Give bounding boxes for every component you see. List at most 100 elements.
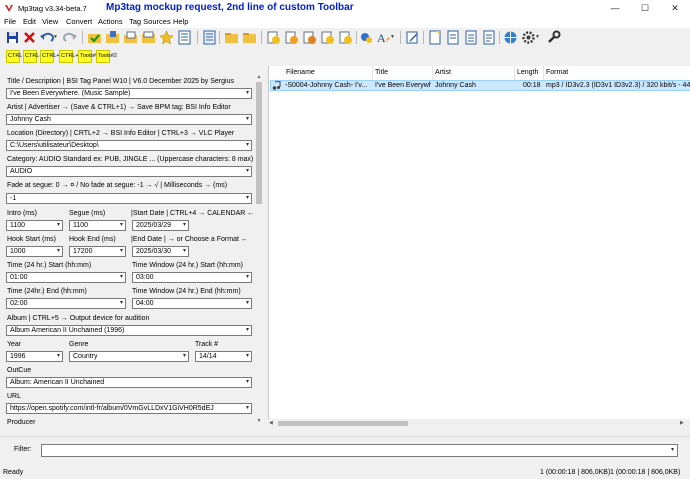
menu-actions[interactable]: Actions xyxy=(98,17,123,26)
text-to-tag-icon[interactable] xyxy=(320,30,335,45)
close-button[interactable]: ✕ xyxy=(660,0,690,17)
folder-up-icon[interactable] xyxy=(242,30,257,45)
chevron-down-icon[interactable]: ▾ xyxy=(246,404,249,413)
playlist-icon[interactable] xyxy=(464,30,479,45)
add-files-icon[interactable] xyxy=(105,30,120,45)
tools2-button[interactable]: Tools#2 xyxy=(96,50,117,63)
chevron-down-icon[interactable]: ▾ xyxy=(57,247,60,256)
export-doc-icon[interactable] xyxy=(428,30,443,45)
window-end-field[interactable]: 04:00 ▾ xyxy=(132,298,252,309)
category-field[interactable]: AUDIO ▾ xyxy=(6,166,252,177)
menu-convert[interactable]: Convert xyxy=(66,17,92,26)
remove-tag-icon[interactable] xyxy=(22,30,37,45)
chevron-down-icon[interactable]: ▾ xyxy=(120,221,123,230)
chevron-down-icon[interactable]: ▾ xyxy=(246,194,249,203)
chevron-down-icon[interactable]: ▾ xyxy=(246,273,249,282)
artist-field[interactable]: Johnny Cash ▾ xyxy=(6,114,252,125)
tools1-button[interactable]: Tools#1 xyxy=(78,50,99,63)
export-list-icon[interactable] xyxy=(446,30,461,45)
outcue-field[interactable]: Album: American II Unchained ▾ xyxy=(6,377,252,388)
edit-icon[interactable] xyxy=(405,30,420,45)
chevron-down-icon[interactable]: ▾ xyxy=(246,167,249,176)
chevron-down-icon[interactable]: ▾ xyxy=(246,299,249,308)
chevron-down-icon[interactable]: ▾ xyxy=(183,352,186,361)
title-field[interactable]: I've Been Everywhere. (Music Sample) ▾ xyxy=(6,88,252,99)
ctrl4-button[interactable]: CTRL+4 xyxy=(59,50,82,63)
chevron-down-icon[interactable]: ▾ xyxy=(246,352,249,361)
report-icon[interactable] xyxy=(482,30,497,45)
maximize-button[interactable]: ☐ xyxy=(630,0,660,17)
menu-help[interactable]: Help xyxy=(173,17,188,26)
chevron-down-icon[interactable]: ▾ xyxy=(120,273,123,282)
location-field[interactable]: C:\Users\utilisateur\Desktop\ ▾ xyxy=(6,140,252,151)
chevron-down-icon[interactable]: ▾ xyxy=(246,378,249,387)
genre-field[interactable]: Country ▾ xyxy=(69,351,189,362)
filter-input[interactable]: ▾ xyxy=(41,444,678,457)
scroll-right-icon[interactable]: ▶ xyxy=(680,420,684,426)
file-list-scrollbar[interactable]: ◀ ▶ xyxy=(268,419,690,428)
column-length[interactable]: Length xyxy=(514,66,538,80)
time-start-field[interactable]: 01:00 ▾ xyxy=(6,272,126,283)
fade-field[interactable]: -1 ▾ xyxy=(6,193,252,204)
scroll-up-icon[interactable]: ▲ xyxy=(255,73,263,81)
scroll-down-icon[interactable]: ▼ xyxy=(255,417,263,425)
chevron-down-icon[interactable]: ▾ xyxy=(671,446,674,453)
ctrl2-button[interactable]: CTRL+2 xyxy=(23,50,46,63)
chevron-down-icon[interactable]: ▾ xyxy=(57,221,60,230)
menu-tag-sources[interactable]: Tag Sources xyxy=(129,17,171,26)
ctrl3-button[interactable]: CTRL+3 xyxy=(40,50,63,63)
column-title[interactable]: Title xyxy=(372,66,388,80)
filename-to-tag-icon[interactable] xyxy=(284,30,299,45)
start-date-field[interactable]: 2025/03/29 ▾ xyxy=(132,220,189,231)
chevron-down-icon[interactable]: ▾ xyxy=(183,247,186,256)
chevron-down-icon[interactable]: ▼ xyxy=(390,30,405,45)
column-format[interactable]: Format xyxy=(543,66,568,80)
undo-icon[interactable] xyxy=(39,30,54,45)
column-filename[interactable]: Filename xyxy=(283,66,315,80)
url-field[interactable]: https://open.spotify.com/intl-fr/album/0… xyxy=(6,403,252,414)
settings-icon[interactable] xyxy=(521,30,536,45)
chevron-down-icon[interactable]: ▾ xyxy=(246,326,249,335)
actions-icon[interactable] xyxy=(359,30,374,45)
file-list-icon[interactable] xyxy=(177,30,192,45)
tag-panel-scrollbar[interactable]: ▲ ▼ xyxy=(254,73,264,425)
scroll-left-icon[interactable]: ◀ xyxy=(269,420,273,426)
filename-to-filename-icon[interactable] xyxy=(302,30,317,45)
chevron-down-icon[interactable]: ▾ xyxy=(246,89,249,98)
chevron-down-icon[interactable]: ▾ xyxy=(120,247,123,256)
end-date-field[interactable]: 2025/03/30 ▾ xyxy=(132,246,189,257)
chevron-down-icon[interactable]: ▾ xyxy=(246,115,249,124)
column-artist[interactable]: Artist xyxy=(432,66,451,80)
folder-check-icon[interactable] xyxy=(87,30,102,45)
intro-field[interactable]: 1100 ▾ xyxy=(6,220,63,231)
segue-field[interactable]: 1100 ▾ xyxy=(69,220,126,231)
scrollbar-thumb[interactable] xyxy=(278,421,408,426)
chevron-down-icon[interactable]: ▾ xyxy=(57,352,60,361)
chevron-down-icon[interactable]: ▾ xyxy=(183,221,186,230)
window-start-field[interactable]: 03:00 ▾ xyxy=(132,272,252,283)
folder-open-icon[interactable] xyxy=(141,30,156,45)
tag-to-filename-icon[interactable] xyxy=(266,30,281,45)
minimize-button[interactable]: — xyxy=(600,0,630,17)
copy-tag-icon[interactable] xyxy=(123,30,138,45)
tag-list-icon[interactable] xyxy=(202,30,217,45)
folder-icon[interactable] xyxy=(224,30,239,45)
wrench-icon[interactable] xyxy=(546,30,561,45)
menu-view[interactable]: View xyxy=(42,17,58,26)
ctrl1-button[interactable]: CTRL+1 xyxy=(6,50,29,63)
text-format-icon[interactable]: A xyxy=(376,30,391,45)
year-field[interactable]: 1996 ▾ xyxy=(6,351,63,362)
star-icon[interactable] xyxy=(159,30,174,45)
menu-file[interactable]: File xyxy=(4,17,16,26)
save-icon[interactable] xyxy=(5,30,20,45)
hook-end-field[interactable]: 17200 ▾ xyxy=(69,246,126,257)
export-icon[interactable] xyxy=(338,30,353,45)
track-field[interactable]: 14/14 ▾ xyxy=(195,351,252,362)
menu-edit[interactable]: Edit xyxy=(23,17,36,26)
redo-icon[interactable] xyxy=(63,30,78,45)
time-end-field[interactable]: 02:00 ▾ xyxy=(6,298,126,309)
chevron-down-icon[interactable]: ▾ xyxy=(246,141,249,150)
hook-start-field[interactable]: 1000 ▾ xyxy=(6,246,63,257)
album-field[interactable]: Album American II Unchained (1996) ▾ xyxy=(6,325,252,336)
chevron-down-icon[interactable]: ▾ xyxy=(120,299,123,308)
